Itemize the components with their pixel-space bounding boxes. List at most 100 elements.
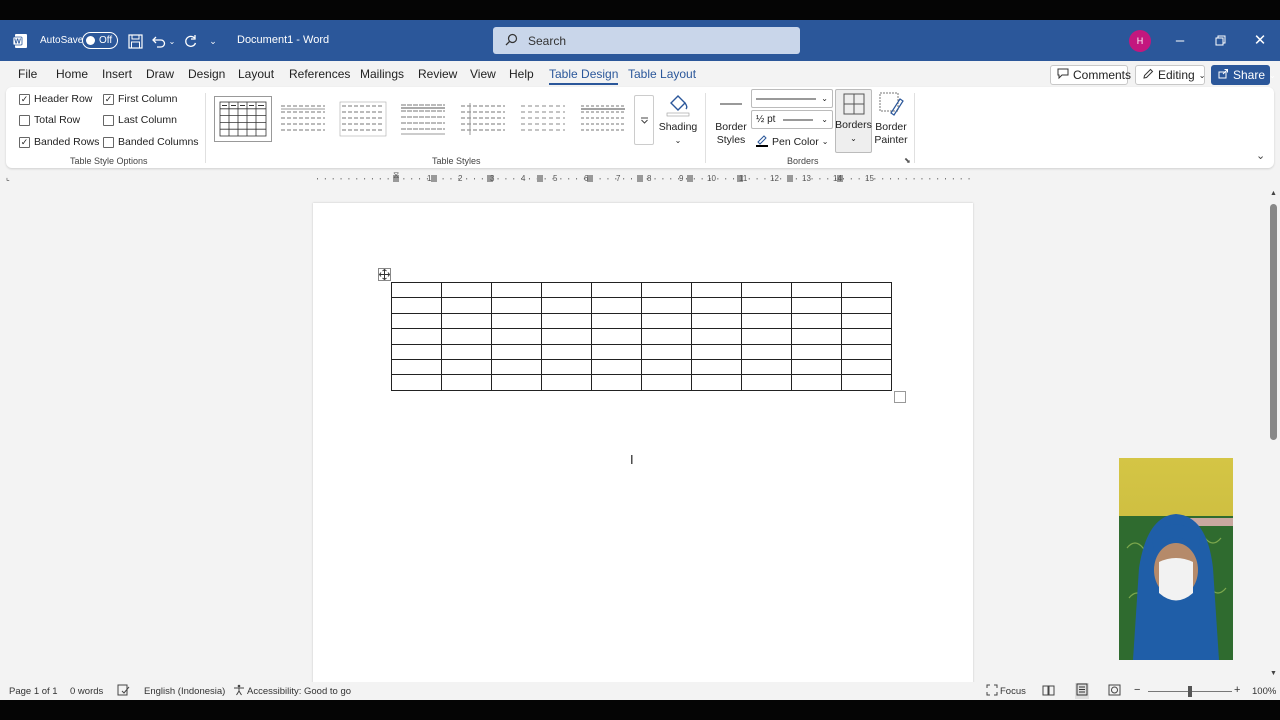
- tab-references[interactable]: References: [289, 67, 350, 81]
- table-cell[interactable]: [391, 374, 442, 391]
- print-layout-icon[interactable]: [1075, 683, 1089, 699]
- table-cell[interactable]: [791, 343, 842, 360]
- table-cell[interactable]: [491, 358, 542, 376]
- table-cell[interactable]: [541, 358, 592, 376]
- customize-toolbar-icon[interactable]: ⌄: [206, 32, 220, 50]
- table-styles-more-button[interactable]: [634, 95, 654, 145]
- table-cell[interactable]: [841, 358, 892, 376]
- table-cell[interactable]: [591, 328, 642, 345]
- table-cell[interactable]: [591, 297, 642, 314]
- accessibility-icon[interactable]: [233, 684, 245, 699]
- ruler-track[interactable]: 1 2 3 4 5 6 7 8 9 10 11 12 13 14 15: [313, 174, 973, 183]
- borders-button[interactable]: Borders ⌄: [835, 89, 872, 153]
- table-cell[interactable]: [791, 358, 842, 376]
- tab-table-layout[interactable]: Table Layout: [628, 67, 696, 81]
- banded-rows-checkbox[interactable]: ✓ Banded Rows: [19, 136, 99, 148]
- table-cell[interactable]: [841, 281, 892, 299]
- table-cell[interactable]: [691, 328, 742, 345]
- table-style-grid-light[interactable]: [574, 96, 632, 142]
- avatar[interactable]: H: [1129, 30, 1151, 52]
- table-cell[interactable]: [541, 328, 592, 345]
- table-cell[interactable]: [841, 297, 892, 314]
- table-cell[interactable]: [691, 297, 742, 314]
- table-style-plain-3[interactable]: [394, 96, 452, 142]
- banded-columns-checkbox[interactable]: Banded Columns: [103, 136, 199, 148]
- table-cell[interactable]: [441, 374, 492, 391]
- tab-draw[interactable]: Draw: [146, 67, 174, 81]
- table-cell[interactable]: [791, 374, 842, 391]
- comments-button[interactable]: Comments: [1050, 65, 1131, 85]
- table-cell[interactable]: [441, 358, 492, 376]
- table-cell[interactable]: [391, 358, 442, 376]
- tab-file[interactable]: File: [18, 67, 37, 81]
- table-cell[interactable]: [591, 358, 642, 376]
- autosave-toggle[interactable]: Off: [82, 32, 118, 49]
- table-cell[interactable]: [591, 281, 642, 299]
- table-cell[interactable]: [841, 343, 892, 360]
- table-row[interactable]: [391, 374, 892, 391]
- zoom-slider-thumb[interactable]: [1188, 686, 1192, 697]
- table-cell[interactable]: [391, 297, 442, 314]
- shading-button[interactable]: Shading ⌄: [658, 91, 698, 147]
- minimize-icon[interactable]: –: [1170, 30, 1190, 50]
- table-cell[interactable]: [391, 312, 442, 330]
- table-row[interactable]: [391, 358, 892, 376]
- table-cell[interactable]: [741, 312, 792, 330]
- table-cell[interactable]: [841, 374, 892, 391]
- tab-design[interactable]: Design: [188, 67, 225, 81]
- language-indicator[interactable]: English (Indonesia): [144, 686, 225, 697]
- web-layout-icon[interactable]: [1108, 684, 1121, 699]
- table-cell[interactable]: [591, 343, 642, 360]
- restore-icon[interactable]: [1210, 30, 1230, 50]
- table-cell[interactable]: [641, 343, 692, 360]
- table-cell[interactable]: [741, 281, 792, 299]
- table-cell[interactable]: [841, 328, 892, 345]
- zoom-out-icon[interactable]: −: [1134, 684, 1140, 696]
- table-row[interactable]: [391, 343, 892, 360]
- tab-view[interactable]: View: [470, 67, 496, 81]
- table-cell[interactable]: [691, 343, 742, 360]
- table-cell[interactable]: [741, 328, 792, 345]
- focus-icon[interactable]: [986, 684, 998, 699]
- table-move-handle-icon[interactable]: [378, 268, 391, 281]
- table-cell[interactable]: [691, 374, 742, 391]
- table-cell[interactable]: [691, 358, 742, 376]
- indent-marker-icon[interactable]: ⧖: [393, 170, 399, 181]
- scroll-down-icon[interactable]: ▼: [1270, 670, 1277, 677]
- table-cell[interactable]: [441, 312, 492, 330]
- scroll-up-icon[interactable]: ▲: [1270, 190, 1277, 197]
- total-row-checkbox[interactable]: Total Row: [19, 114, 80, 126]
- table-cell[interactable]: [541, 297, 592, 314]
- table-cell[interactable]: [391, 281, 442, 299]
- table-cell[interactable]: [491, 281, 542, 299]
- table-cell[interactable]: [541, 343, 592, 360]
- header-row-checkbox[interactable]: ✓ Header Row: [19, 93, 92, 105]
- table-cell[interactable]: [491, 374, 542, 391]
- pen-color-button[interactable]: Pen Color ⌄: [755, 133, 828, 150]
- table-style-plain-4[interactable]: [454, 96, 512, 142]
- tab-selector-icon[interactable]: ⌞: [6, 173, 10, 182]
- table-cell[interactable]: [441, 343, 492, 360]
- accessibility-status[interactable]: Accessibility: Good to go: [247, 686, 351, 697]
- table-cell[interactable]: [691, 281, 742, 299]
- tab-insert[interactable]: Insert: [102, 67, 132, 81]
- table-cell[interactable]: [541, 374, 592, 391]
- table-cell[interactable]: [691, 312, 742, 330]
- border-painter-button[interactable]: Border Painter: [872, 91, 910, 147]
- last-column-checkbox[interactable]: Last Column: [103, 114, 177, 126]
- undo-icon[interactable]: [149, 32, 167, 50]
- table-row[interactable]: [391, 312, 892, 330]
- undo-dropdown-icon[interactable]: ⌄: [167, 32, 177, 50]
- table-style-plain-2[interactable]: [334, 96, 392, 142]
- table-cell[interactable]: [641, 374, 692, 391]
- editing-mode-button[interactable]: Editing ⌄: [1135, 65, 1205, 85]
- table-cell[interactable]: [841, 312, 892, 330]
- page-count[interactable]: Page 1 of 1: [9, 686, 58, 697]
- table-cell[interactable]: [641, 281, 692, 299]
- table-cell[interactable]: [391, 343, 442, 360]
- tab-help[interactable]: Help: [509, 67, 534, 81]
- close-icon[interactable]: ✕: [1250, 30, 1270, 50]
- table-row[interactable]: [391, 328, 892, 345]
- table-cell[interactable]: [641, 297, 692, 314]
- zoom-slider[interactable]: [1148, 686, 1232, 697]
